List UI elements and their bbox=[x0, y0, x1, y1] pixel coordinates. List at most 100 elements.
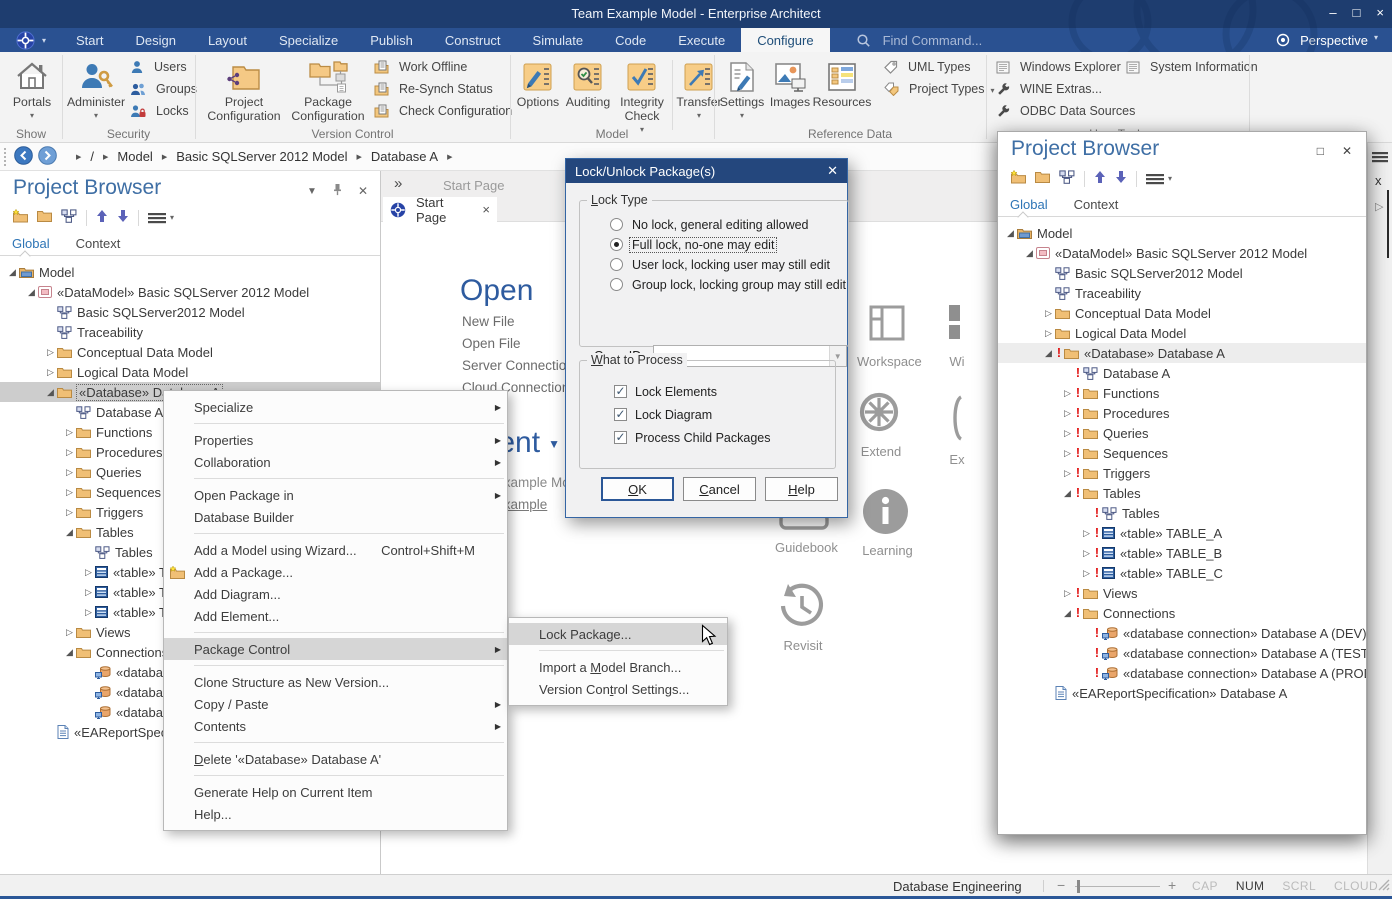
tree-item[interactable]: !«database connection» Database A (DEV) bbox=[998, 623, 1366, 643]
close-icon[interactable]: x bbox=[1375, 173, 1382, 188]
tree-item[interactable]: ▷!«table» TABLE_C bbox=[998, 563, 1366, 583]
tree-item[interactable]: ▷!Triggers bbox=[998, 463, 1366, 483]
tab-context[interactable]: Context bbox=[76, 236, 121, 255]
expand-arrow-icon[interactable]: ▷ bbox=[1080, 548, 1093, 559]
expand-arrow-icon[interactable]: ▷ bbox=[82, 567, 95, 578]
tree-item[interactable]: ▷!Views bbox=[998, 583, 1366, 603]
work-offline-button[interactable]: Work Offline bbox=[374, 57, 467, 77]
menu-item[interactable]: Add a Package... bbox=[164, 561, 507, 583]
expand-arrow-icon[interactable]: ▷ bbox=[1375, 200, 1383, 213]
options-button[interactable]: Options bbox=[515, 55, 561, 110]
folder-button[interactable] bbox=[37, 210, 52, 225]
resynch-status-button[interactable]: Re-Synch Status bbox=[374, 79, 493, 99]
find-command-box[interactable]: Find Command... bbox=[856, 28, 983, 52]
tree-item[interactable]: ▷Conceptual Data Model bbox=[998, 303, 1366, 323]
start-tile-extend[interactable]: Extend bbox=[857, 388, 905, 459]
checkbox-row[interactable]: ✓Lock Elements bbox=[614, 383, 835, 400]
menu-item[interactable]: Open Package in▶ bbox=[164, 484, 507, 506]
start-link-new-file[interactable]: New File bbox=[462, 314, 574, 329]
new-package-button[interactable] bbox=[1010, 170, 1026, 187]
expand-arrow-icon[interactable]: ▷ bbox=[63, 467, 76, 478]
tree-item[interactable]: ▷!Queries bbox=[998, 423, 1366, 443]
collapse-arrow-icon[interactable]: ◢ bbox=[63, 647, 76, 658]
menu-item[interactable]: Copy / Paste▶ bbox=[164, 693, 507, 715]
close-tab-icon[interactable]: × bbox=[482, 202, 490, 217]
help-button[interactable]: Help bbox=[765, 477, 838, 501]
integrity-check-button[interactable]: Integrity Check ▾ bbox=[615, 55, 669, 134]
menu-item[interactable]: Generate Help on Current Item bbox=[164, 781, 507, 803]
expand-arrow-icon[interactable]: ▷ bbox=[1080, 528, 1093, 539]
ribbon-tab-code[interactable]: Code bbox=[599, 28, 662, 52]
tab-overflow-icon[interactable]: » bbox=[394, 175, 402, 192]
start-link-server-connection[interactable]: Server Connection bbox=[462, 358, 574, 373]
expand-arrow-icon[interactable]: ▷ bbox=[63, 627, 76, 638]
checkbox[interactable]: ✓ bbox=[614, 385, 627, 398]
radio-button[interactable] bbox=[610, 258, 623, 271]
expand-arrow-icon[interactable]: ▷ bbox=[1042, 308, 1055, 319]
close-icon[interactable]: ✕ bbox=[1342, 144, 1352, 158]
collapse-arrow-icon[interactable]: ◢ bbox=[44, 387, 57, 398]
menu-item[interactable]: Delete '«Database» Database A' bbox=[164, 748, 507, 770]
ribbon-tab-design[interactable]: Design bbox=[119, 28, 191, 52]
resources-button[interactable]: Resources bbox=[814, 55, 870, 110]
menu-item[interactable]: Collaboration▶ bbox=[164, 451, 507, 473]
hamburger-menu-button[interactable]: ▾ bbox=[148, 212, 174, 224]
tree-item[interactable]: !«database connection» Database A (PROD) bbox=[998, 663, 1366, 683]
move-down-button[interactable] bbox=[117, 209, 129, 226]
breadcrumb-segment[interactable]: Model bbox=[117, 149, 152, 164]
menu-item[interactable]: Add Diagram... bbox=[164, 583, 507, 605]
start-tile-workspace[interactable]: Workspace bbox=[857, 300, 922, 369]
zoom-in-button[interactable]: + bbox=[1168, 877, 1176, 893]
menu-item[interactable]: Help... bbox=[164, 803, 507, 825]
tree-item[interactable]: ◢!«Database» Database A bbox=[998, 343, 1366, 363]
status-mode-label[interactable]: Database Engineering bbox=[893, 879, 1022, 894]
hamburger-menu-button[interactable]: ▾ bbox=[1146, 173, 1172, 185]
tree-item[interactable]: Basic SQLServer2012 Model bbox=[998, 263, 1366, 283]
expand-arrow-icon[interactable]: ▷ bbox=[1042, 328, 1055, 339]
back-button[interactable] bbox=[14, 146, 33, 168]
radio-row[interactable]: Group lock, locking group may still edit bbox=[610, 276, 848, 293]
cancel-button[interactable]: Cancel bbox=[683, 477, 756, 501]
move-up-button[interactable] bbox=[96, 209, 108, 226]
checkbox-row[interactable]: ✓Lock Diagram bbox=[614, 406, 835, 423]
menu-item[interactable]: Clone Structure as New Version... bbox=[164, 671, 507, 693]
forward-button[interactable] bbox=[38, 146, 57, 168]
expand-arrow-icon[interactable]: ▷ bbox=[44, 367, 57, 378]
ribbon-tab-specialize[interactable]: Specialize bbox=[263, 28, 354, 52]
radio-row[interactable]: No lock, general editing allowed bbox=[610, 216, 848, 233]
ribbon-tab-start[interactable]: Start bbox=[60, 28, 119, 52]
transfer-button[interactable]: Transfer ▾ bbox=[676, 55, 722, 120]
package-configuration-button[interactable]: Package Configuration bbox=[286, 55, 370, 124]
new-package-button[interactable] bbox=[12, 209, 28, 226]
tree-item[interactable]: ▷Logical Data Model bbox=[0, 362, 380, 382]
expand-arrow-icon[interactable]: ▷ bbox=[63, 507, 76, 518]
new-diagram-button[interactable] bbox=[1059, 170, 1075, 187]
close-button[interactable]: × bbox=[1376, 5, 1384, 20]
radio-button[interactable] bbox=[610, 278, 623, 291]
menu-item[interactable]: Contents▶ bbox=[164, 715, 507, 737]
breadcrumb-segment[interactable]: / bbox=[90, 149, 94, 164]
collapse-arrow-icon[interactable]: ◢ bbox=[6, 267, 19, 278]
expand-arrow-icon[interactable]: ▷ bbox=[44, 347, 57, 358]
checkbox[interactable]: ✓ bbox=[614, 408, 627, 421]
start-tile-learning[interactable]: Learning bbox=[862, 488, 913, 558]
dialog-titlebar[interactable]: Lock/Unlock Package(s) ✕ bbox=[566, 159, 847, 183]
tree-item[interactable]: ▷!«table» TABLE_B bbox=[998, 543, 1366, 563]
zoom-slider[interactable] bbox=[1075, 886, 1160, 887]
expand-arrow-icon[interactable]: ▷ bbox=[1061, 388, 1074, 399]
tree-item[interactable]: ◢Model bbox=[998, 223, 1366, 243]
app-logo-button[interactable]: ▾ bbox=[0, 28, 60, 52]
radio-row[interactable]: Full lock, no-one may edit bbox=[610, 236, 848, 253]
project-types-button[interactable]: Project Types ▾ bbox=[884, 79, 995, 99]
collapse-arrow-icon[interactable]: ◢ bbox=[1004, 228, 1017, 239]
breadcrumb-segment[interactable]: Basic SQLServer 2012 Model bbox=[176, 149, 347, 164]
expand-arrow-icon[interactable]: ▷ bbox=[63, 487, 76, 498]
menu-item[interactable]: Import a Model Branch... bbox=[509, 656, 727, 678]
expand-arrow-icon[interactable]: ▷ bbox=[1061, 588, 1074, 599]
expand-arrow-icon[interactable]: ▷ bbox=[82, 587, 95, 598]
groups-button[interactable]: Groups bbox=[130, 79, 197, 99]
tree-item[interactable]: ▷!Functions bbox=[998, 383, 1366, 403]
expand-arrow-icon[interactable]: ▷ bbox=[63, 447, 76, 458]
tree-item[interactable]: ▷!Sequences bbox=[998, 443, 1366, 463]
menu-item[interactable]: Version Control Settings... bbox=[509, 678, 727, 700]
